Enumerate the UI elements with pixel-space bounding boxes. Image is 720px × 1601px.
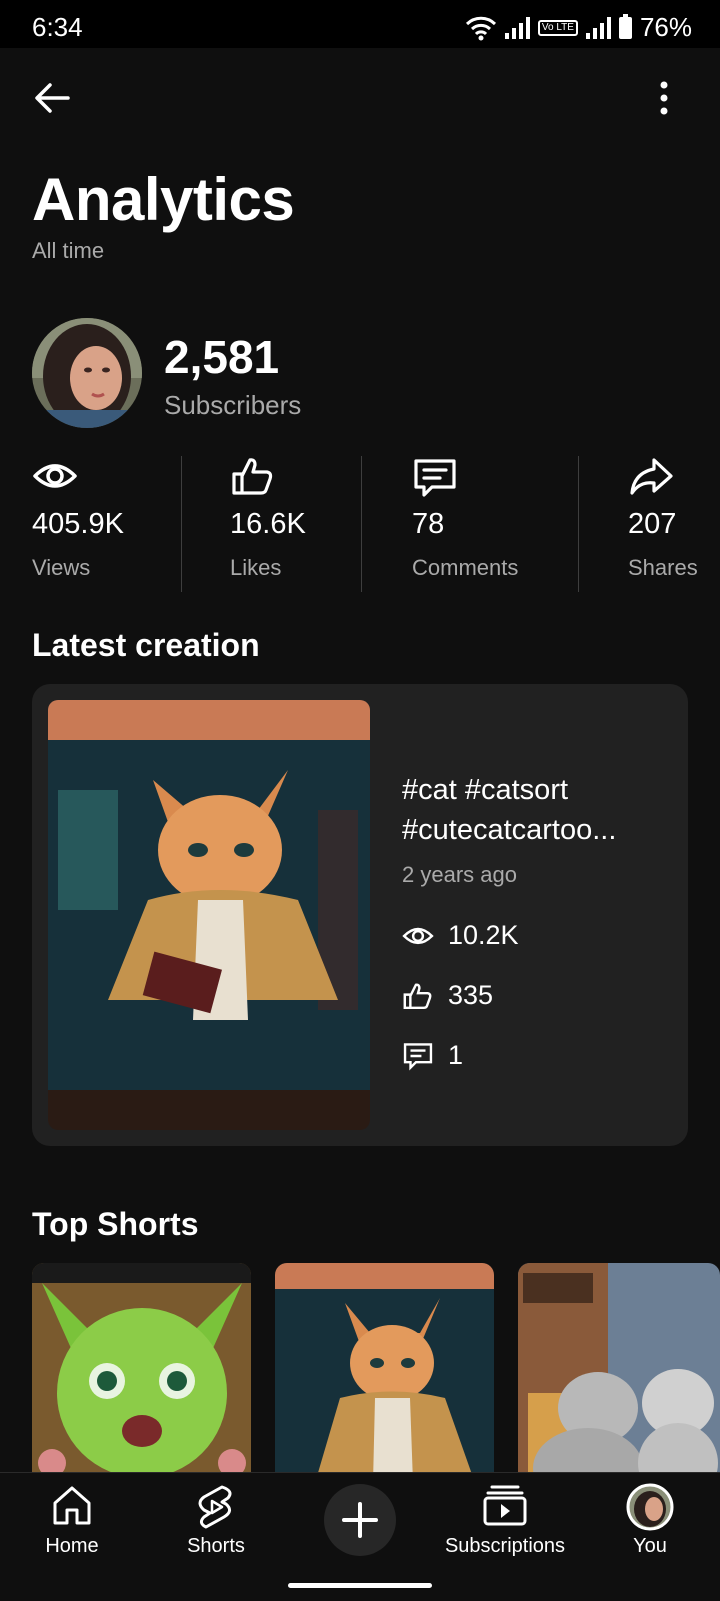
stat-views[interactable]: 405.9K Views	[32, 456, 124, 592]
stat-likes[interactable]: 16.6K Likes	[230, 456, 306, 592]
shares-label: Shares	[628, 555, 698, 580]
latest-views-value: 10.2K	[448, 920, 519, 950]
subscriber-label: Subscribers	[164, 390, 302, 420]
top-short-thumbnail[interactable]	[518, 1263, 720, 1483]
nav-you-label: You	[633, 1535, 667, 1557]
back-button[interactable]	[30, 76, 74, 120]
home-icon	[53, 1486, 91, 1525]
battery-icon	[618, 13, 632, 39]
status-icons: Vo LTE 76%	[465, 12, 692, 43]
nav-subscriptions-label: Subscriptions	[444, 1535, 566, 1557]
thumbs-up-icon	[403, 983, 432, 1009]
eye-icon	[33, 464, 77, 488]
cell-signal-2-icon	[585, 16, 611, 39]
status-time: 6:34	[32, 12, 83, 42]
latest-likes-value: 335	[448, 980, 494, 1010]
latest-creation-heading: Latest creation	[32, 627, 260, 663]
top-shorts-heading: Top Shorts	[32, 1206, 199, 1242]
nav-home-label: Home	[45, 1535, 99, 1557]
channel-avatar[interactable]	[32, 318, 142, 428]
comment-icon	[414, 459, 456, 497]
share-icon	[630, 458, 673, 495]
top-short-thumbnail[interactable]	[275, 1263, 494, 1483]
views-value: 405.9K	[32, 508, 124, 540]
latest-comments-value: 1	[448, 1040, 464, 1070]
cell-signal-icon	[504, 16, 530, 39]
profile-avatar-icon	[626, 1483, 674, 1531]
nav-you[interactable]: You	[610, 1483, 690, 1558]
likes-label: Likes	[230, 555, 282, 580]
page-title: Analytics	[32, 166, 295, 233]
create-button[interactable]	[324, 1484, 396, 1556]
subscriber-count: 2,581	[164, 331, 280, 383]
stat-comments[interactable]: 78 Comments	[412, 456, 518, 592]
likes-value: 16.6K	[230, 508, 306, 540]
nav-shorts[interactable]: Shorts	[176, 1483, 256, 1558]
latest-views: 10.2K	[402, 920, 519, 951]
subscriptions-icon	[483, 1485, 527, 1526]
more-vert-icon	[660, 81, 668, 115]
shorts-icon	[198, 1485, 232, 1529]
plus-icon	[342, 1502, 378, 1538]
stat-divider	[181, 456, 182, 592]
arrow-left-icon	[35, 83, 70, 113]
top-short-thumbnail[interactable]	[32, 1263, 251, 1483]
comments-value: 78	[412, 508, 445, 540]
battery-percent: 76%	[639, 12, 692, 42]
nav-subscriptions[interactable]: Subscriptions	[440, 1483, 570, 1558]
latest-comments: 1	[402, 1040, 463, 1071]
eye-icon	[402, 927, 434, 944]
gesture-bar	[288, 1583, 432, 1588]
volte-icon: Vo LTE	[537, 19, 578, 36]
latest-likes: 335	[402, 980, 493, 1011]
views-label: Views	[32, 555, 91, 580]
nav-home[interactable]: Home	[32, 1483, 112, 1558]
thumbs-up-icon	[232, 458, 273, 495]
comments-label: Comments	[412, 555, 519, 580]
date-range-label: All time	[32, 238, 105, 263]
stat-divider	[361, 456, 362, 592]
latest-video-thumbnail[interactable]	[48, 700, 370, 1130]
stat-shares[interactable]: 207 Shares	[628, 456, 698, 592]
shares-value: 207	[628, 508, 677, 540]
comment-icon	[403, 1042, 433, 1070]
stat-divider	[578, 456, 579, 592]
more-options-button[interactable]	[652, 76, 676, 120]
latest-video-title[interactable]: #cat #catsort #cutecatcartoo...	[402, 770, 664, 850]
nav-shorts-label: Shorts	[187, 1535, 245, 1557]
latest-video-age: 2 years ago	[402, 862, 517, 887]
wifi-icon	[465, 16, 496, 40]
